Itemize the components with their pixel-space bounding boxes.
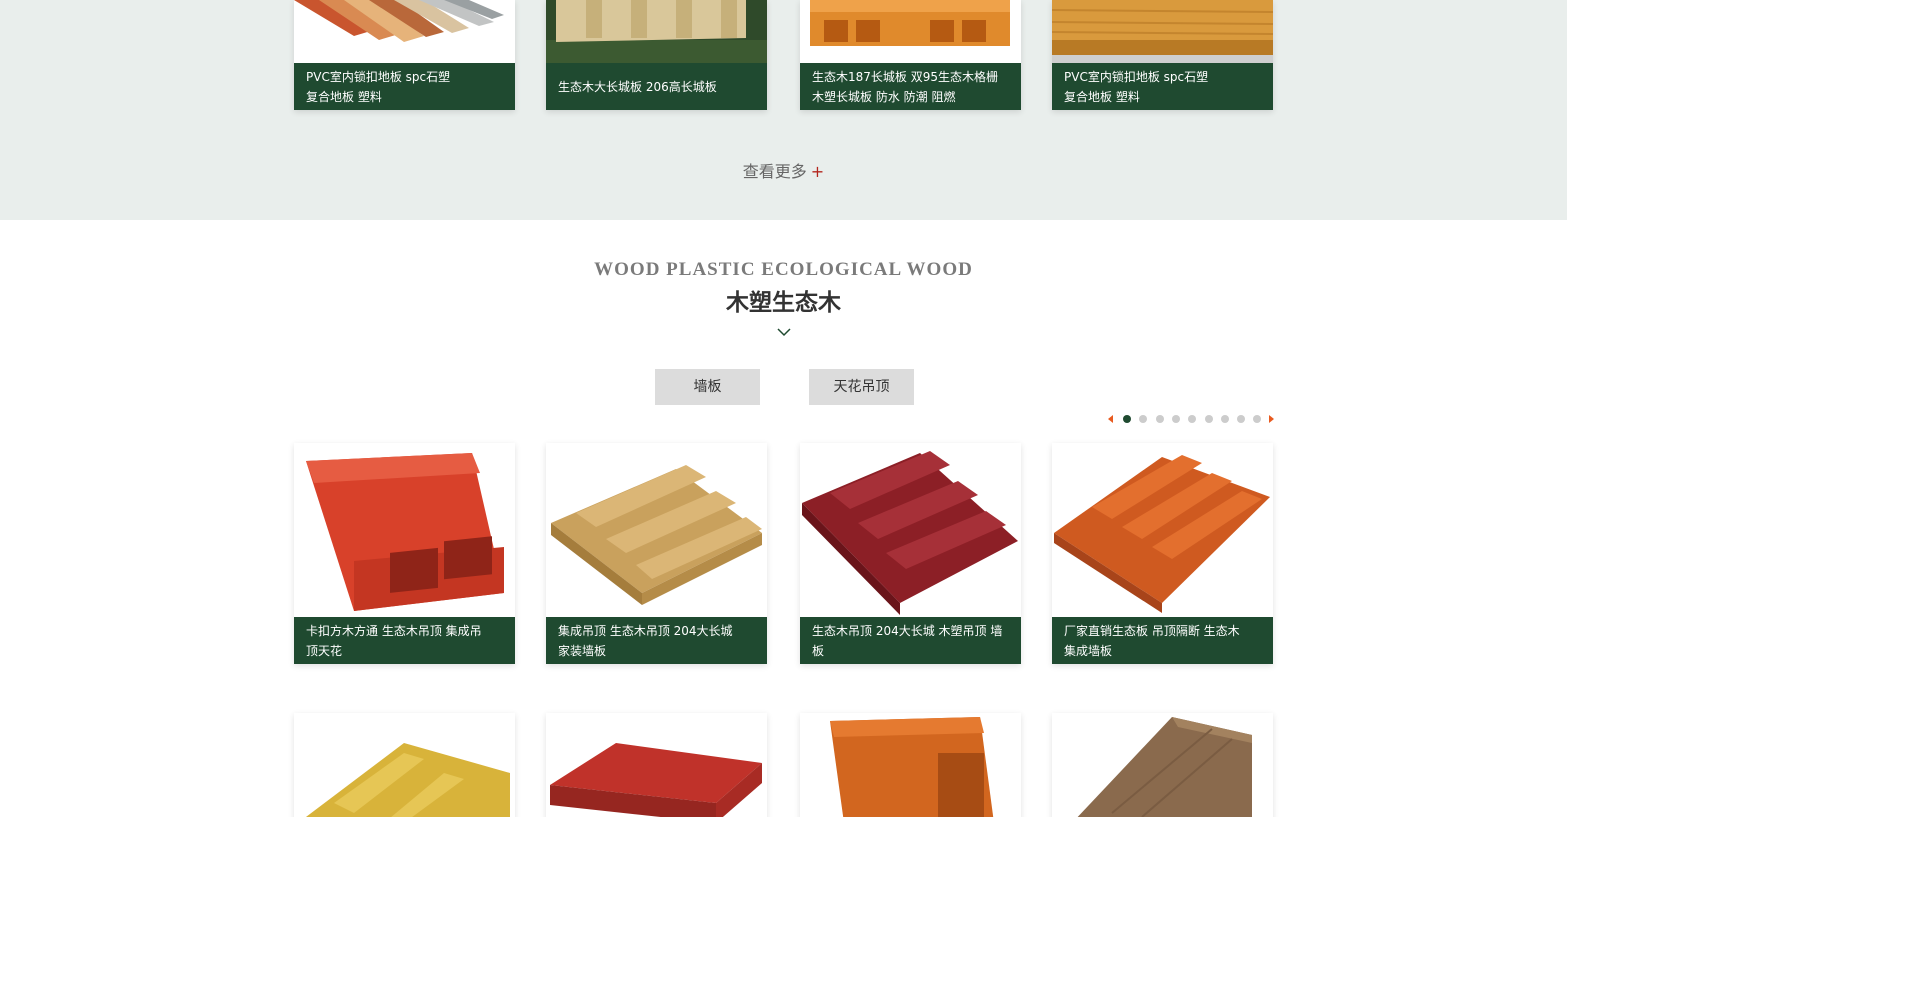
laminate-floor-samples-icon [294, 0, 504, 42]
caption-line: 生态木大长城板 206高长城板 [558, 79, 717, 94]
product-caption[interactable]: 生态木吊顶 204大长城 木塑吊顶 墙板 [800, 617, 1021, 664]
product-card[interactable]: 集成吊顶 生态木吊顶 204大长城 家装墙板 [546, 443, 767, 664]
product-image[interactable] [800, 0, 1021, 63]
product-caption[interactable]: PVC室内锁扣地板 spc石塑 复合地板 塑料 [294, 63, 515, 110]
product-card[interactable]: 生态木大长城板 206高长城板 [546, 0, 767, 110]
red-ceiling-panel-icon [550, 743, 762, 817]
caption-line: PVC室内锁扣地板 spc石塑 [306, 69, 451, 84]
red-great-wall-panel-icon [802, 451, 1018, 615]
product-caption[interactable]: PVC室内锁扣地板 spc石塑 复合地板 塑料 [1052, 63, 1273, 110]
recommended-band: PVC室内锁扣地板 spc石塑 复合地板 塑料 生态木大长城板 206高长城板 … [0, 0, 1567, 220]
tab-wall-panel[interactable]: 墙板 [655, 369, 760, 405]
product-image[interactable] [800, 713, 1021, 817]
caption-line: 卡扣方木方通 生态木吊顶 集成吊 [306, 623, 482, 638]
pager-dot[interactable] [1155, 415, 1164, 423]
view-more-link[interactable]: 查看更多 + [0, 158, 1567, 182]
product-caption[interactable]: 卡扣方木方通 生态木吊顶 集成吊 顶天花 [294, 617, 515, 664]
product-image[interactable] [546, 443, 767, 617]
product-card[interactable] [294, 713, 515, 817]
pager-dot[interactable] [1171, 415, 1180, 423]
product-card[interactable] [546, 713, 767, 817]
product-card[interactable] [1052, 713, 1273, 817]
orange-great-wall-panel-icon [1054, 455, 1270, 613]
product-card[interactable] [800, 713, 1021, 817]
product-card[interactable]: 生态木吊顶 204大长城 木塑吊顶 墙板 [800, 443, 1021, 664]
product-caption[interactable]: 生态木187长城板 双95生态木格栅 木塑长城板 防水 防潮 阻燃 [800, 63, 1021, 110]
caption-line: 生态木吊顶 204大长城 木塑吊顶 墙板 [812, 623, 1003, 658]
product-grid-row-2 [294, 713, 1274, 817]
view-more-label: 查看更多 [742, 162, 807, 181]
product-caption[interactable]: 生态木大长城板 206高长城板 [546, 63, 767, 110]
product-card[interactable]: PVC室内锁扣地板 spc石塑 复合地板 塑料 [1052, 0, 1273, 110]
section-title-en: WOOD PLASTIC ECOLOGICAL WOOD [594, 259, 973, 280]
page: PVC室内锁扣地板 spc石塑 复合地板 塑料 生态木大长城板 206高长城板 … [0, 0, 1567, 817]
caption-line: 集成墙板 [1064, 643, 1113, 658]
great-wall-panel-icon [551, 465, 762, 605]
caption-line: 木塑长城板 防水 防潮 阻燃 [812, 89, 956, 104]
tab-ceiling[interactable]: 天花吊顶 [809, 369, 914, 405]
product-image[interactable] [294, 443, 515, 617]
product-caption[interactable]: 集成吊顶 生态木吊顶 204大长城 家装墙板 [546, 617, 767, 664]
top-product-row: PVC室内锁扣地板 spc石塑 复合地板 塑料 生态木大长城板 206高长城板 … [294, 0, 1274, 110]
product-image[interactable] [1052, 0, 1273, 63]
pager-dot[interactable] [1237, 415, 1246, 423]
walnut-board-icon [1077, 717, 1252, 817]
pager-dot[interactable] [1220, 415, 1229, 423]
caption-line: 复合地板 塑料 [306, 89, 382, 104]
caption-line: 顶天花 [306, 643, 343, 658]
square-tube-icon [306, 453, 504, 611]
caption-line: 集成吊顶 生态木吊顶 204大长城 [558, 623, 733, 638]
product-card[interactable]: 卡扣方木方通 生态木吊顶 集成吊 顶天花 [294, 443, 515, 664]
pager-dot[interactable] [1204, 415, 1213, 423]
product-image[interactable] [546, 713, 767, 817]
caption-line: PVC室内锁扣地板 spc石塑 [1064, 69, 1209, 84]
product-grid-row-1: 卡扣方木方通 生态木吊顶 集成吊 顶天花 集成吊顶 生态木吊顶 204大长城 家… [294, 443, 1274, 664]
product-image[interactable] [294, 713, 515, 817]
yellow-panel-icon [305, 743, 510, 817]
wood-plastic-panel-on-grass-icon [546, 0, 767, 63]
product-image[interactable] [1052, 713, 1273, 817]
product-card[interactable]: PVC室内锁扣地板 spc石塑 复合地板 塑料 [294, 0, 515, 110]
section-title-cn: 木塑生态木 [726, 290, 841, 316]
product-image[interactable] [546, 0, 767, 63]
product-card[interactable]: 生态木187长城板 双95生态木格栅 木塑长城板 防水 防潮 阻燃 [800, 0, 1021, 110]
plus-icon: + [810, 162, 825, 181]
pager-dot[interactable] [1123, 415, 1131, 423]
pager-dot[interactable] [1253, 415, 1262, 423]
next-arrow-icon[interactable] [1269, 415, 1274, 423]
product-image[interactable] [294, 0, 515, 63]
caption-line: 复合地板 塑料 [1064, 89, 1140, 104]
pager-dot[interactable] [1188, 415, 1197, 423]
product-image[interactable] [800, 443, 1021, 617]
hollow-wood-plastic-board-icon [810, 0, 1010, 46]
caption-line: 厂家直销生态板 吊顶隔断 生态木 [1064, 623, 1240, 638]
product-card[interactable]: 厂家直销生态板 吊顶隔断 生态木 集成墙板 [1052, 443, 1273, 664]
chevron-down-icon [777, 328, 791, 337]
caption-line: 生态木187长城板 双95生态木格栅 [812, 69, 998, 84]
wood-grain-board-icon [1052, 0, 1273, 55]
carousel-pager [1108, 413, 1278, 425]
product-image[interactable] [1052, 443, 1273, 617]
square-beam-icon [830, 717, 994, 817]
prev-arrow-icon[interactable] [1108, 415, 1113, 423]
caption-line: 家装墙板 [558, 643, 607, 658]
pager-dot[interactable] [1139, 415, 1148, 423]
product-caption[interactable]: 厂家直销生态板 吊顶隔断 生态木 集成墙板 [1052, 617, 1273, 664]
